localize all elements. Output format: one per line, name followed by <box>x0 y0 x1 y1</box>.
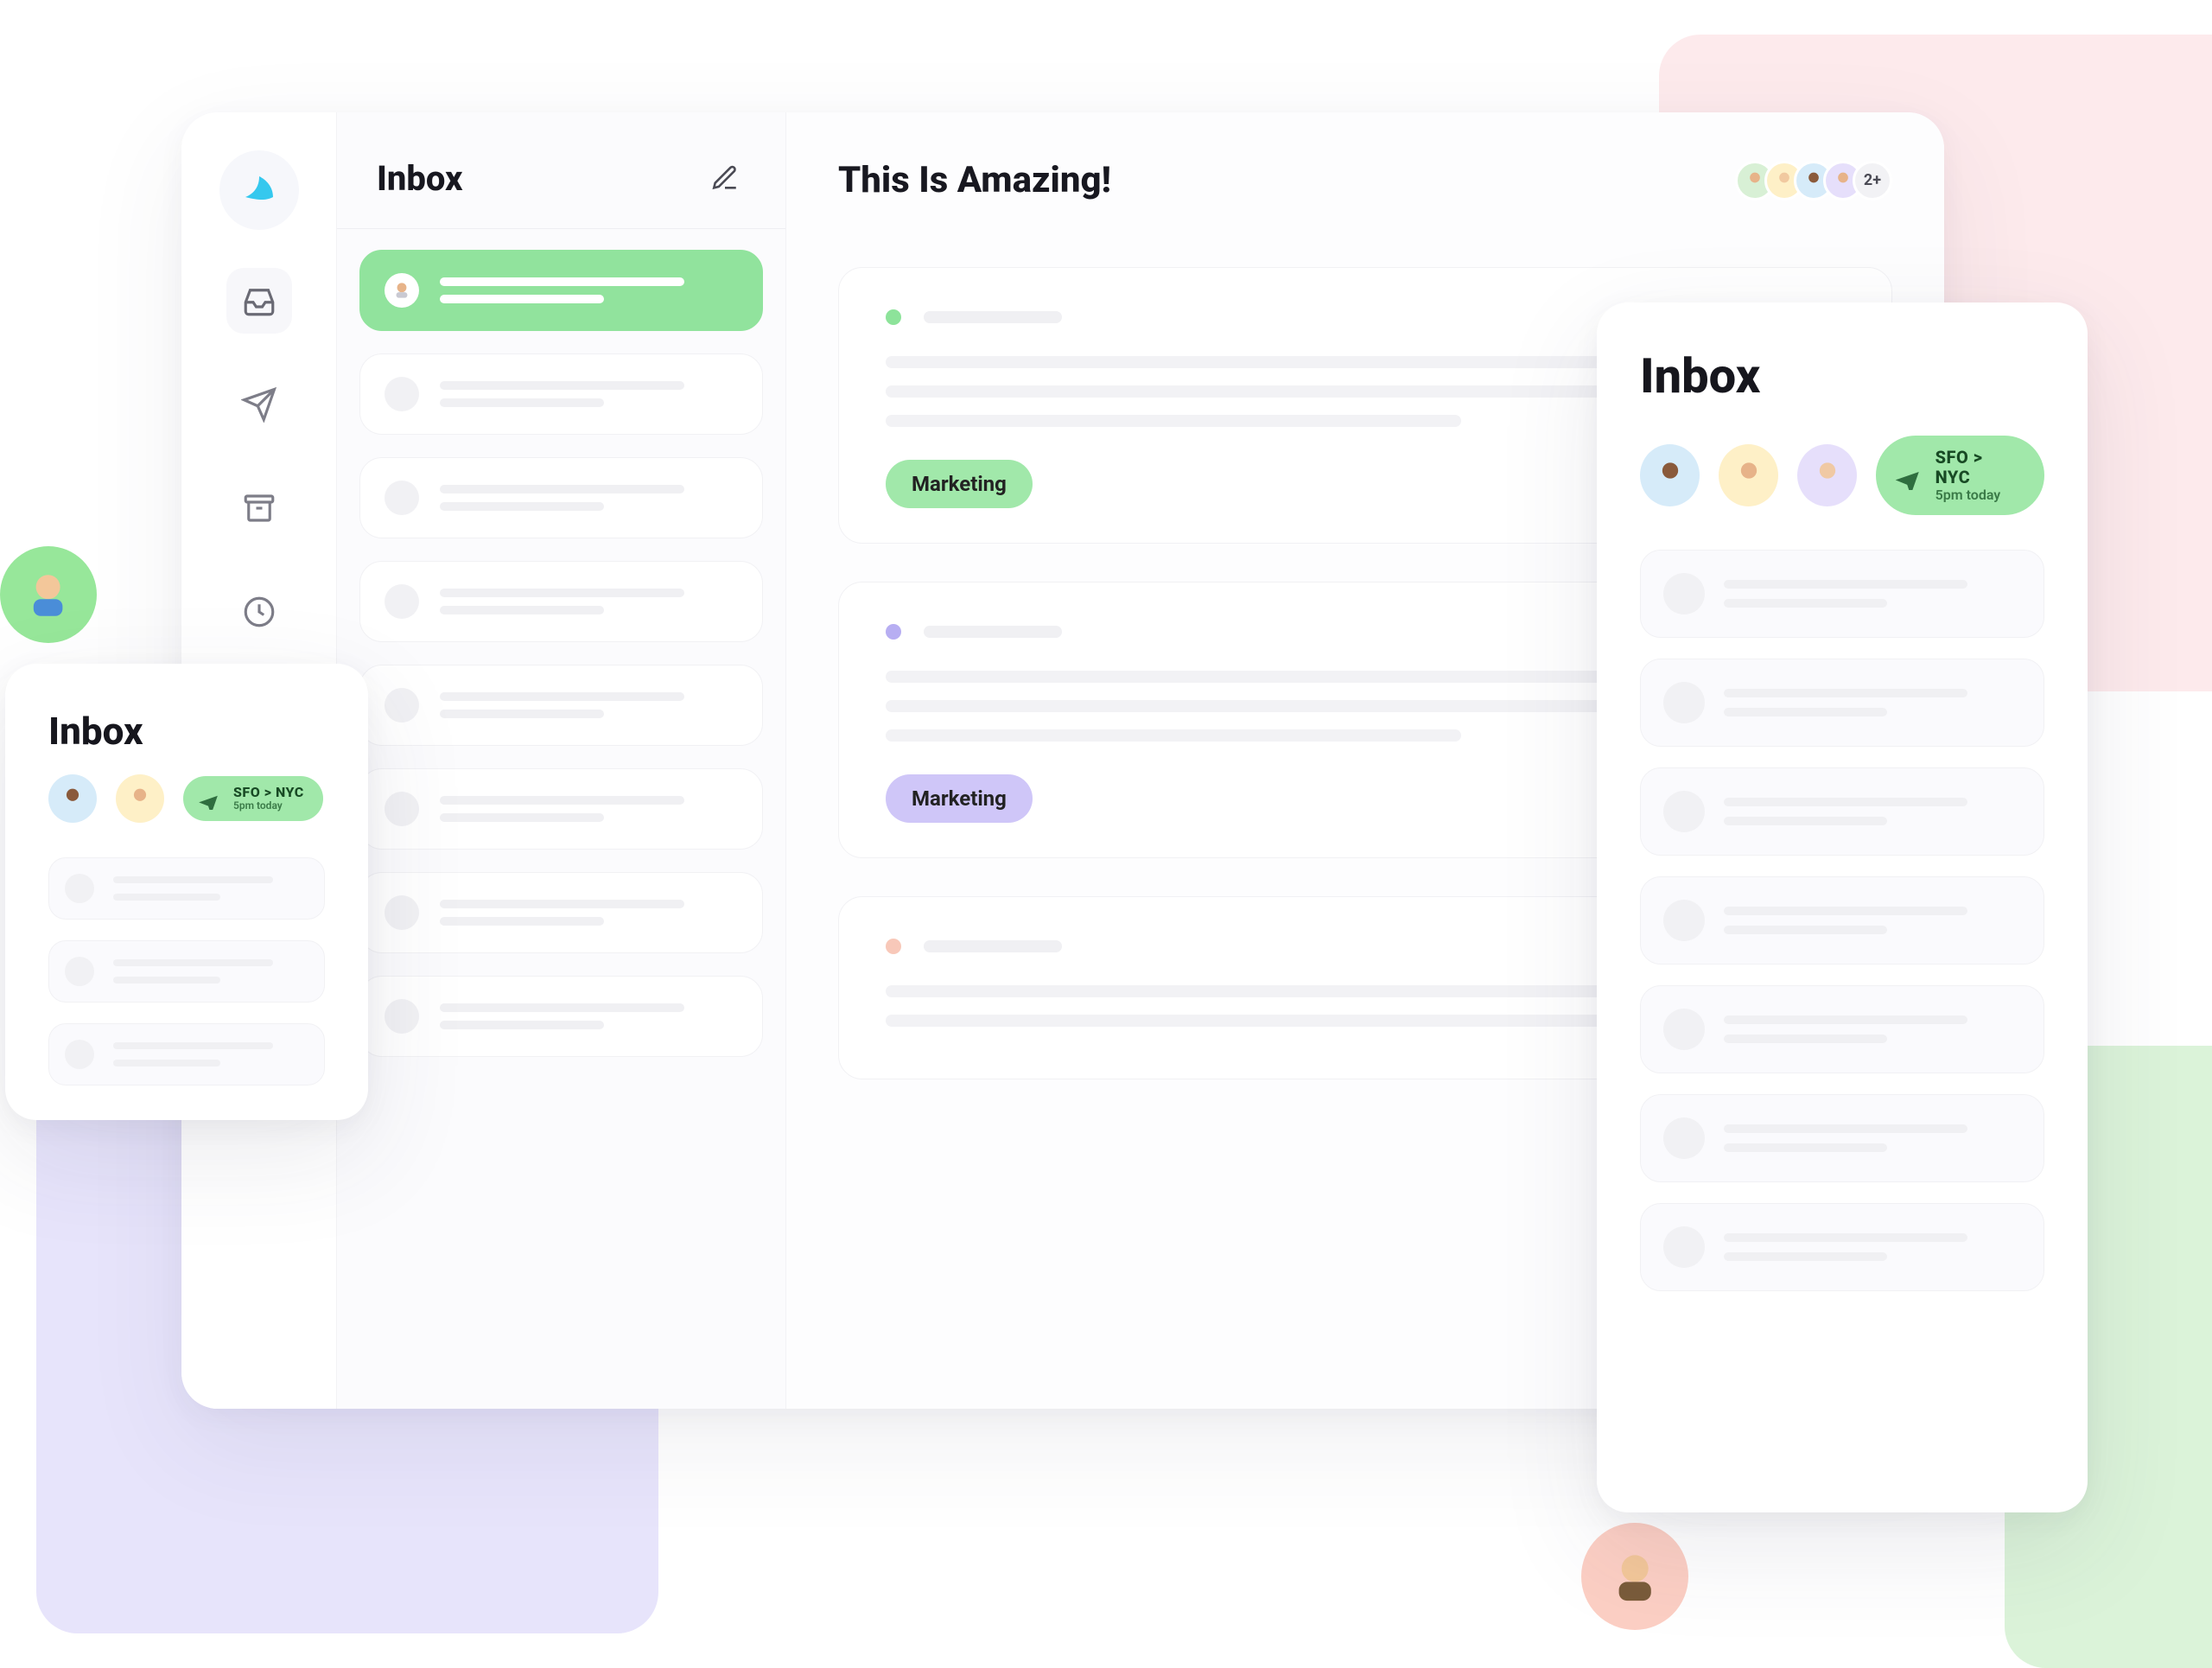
floating-inbox-title: Inbox <box>48 709 325 754</box>
flight-time: 5pm today <box>233 800 304 812</box>
inbox-item[interactable] <box>359 561 763 642</box>
inbox-item[interactable] <box>1640 985 2044 1073</box>
message-sender-placeholder <box>924 626 1062 638</box>
inbox-item[interactable] <box>48 1023 325 1085</box>
status-dot-icon <box>886 309 901 325</box>
avatar-icon <box>1663 1226 1705 1268</box>
floating-inbox-items <box>48 857 325 1085</box>
avatar-icon <box>65 957 94 986</box>
avatar-icon <box>1663 1009 1705 1050</box>
nav-history-icon[interactable] <box>226 579 292 645</box>
avatar-icon <box>1663 682 1705 723</box>
app-logo <box>219 150 299 230</box>
flight-time: 5pm today <box>1936 487 2018 503</box>
inbox-column: Inbox <box>337 112 786 1409</box>
avatar-icon <box>1640 444 1700 506</box>
inbox-item[interactable] <box>359 872 763 953</box>
avatar-icon <box>48 774 97 823</box>
message-line-placeholder <box>886 415 1461 427</box>
floating-avatars-row: SFO > NYC 5pm today <box>1640 436 2044 515</box>
floating-avatar-left <box>0 546 97 643</box>
floating-avatars-row: SFO > NYC 5pm today <box>48 774 325 823</box>
participants-overflow[interactable]: 2+ <box>1853 161 1892 201</box>
avatar-icon <box>385 377 419 411</box>
participants-row[interactable]: 2+ <box>1735 161 1892 201</box>
floating-inbox-card-right: Inbox SFO > NYC 5pm today <box>1597 302 2088 1512</box>
avatar-icon <box>1663 573 1705 614</box>
inbox-item[interactable] <box>359 976 763 1057</box>
message-tag[interactable]: Marketing <box>886 460 1033 508</box>
inbox-item[interactable] <box>1640 876 2044 965</box>
inbox-item-preview <box>440 589 738 614</box>
inbox-item-preview <box>440 485 738 511</box>
avatar-icon <box>385 895 419 930</box>
floating-avatar-bottom <box>1581 1523 1688 1630</box>
inbox-item[interactable] <box>48 940 325 1003</box>
inbox-header: Inbox <box>337 112 785 228</box>
inbox-item[interactable] <box>1640 659 2044 747</box>
flight-chip[interactable]: SFO > NYC 5pm today <box>1876 436 2044 515</box>
avatar-icon <box>65 1040 94 1069</box>
inbox-item-preview <box>440 277 738 303</box>
avatar-icon <box>385 688 419 723</box>
inbox-item-preview <box>440 692 738 718</box>
inbox-item[interactable] <box>1640 767 2044 856</box>
inbox-item[interactable] <box>1640 1203 2044 1291</box>
inbox-item-preview <box>440 900 738 926</box>
compose-button[interactable] <box>704 157 746 199</box>
status-dot-icon <box>886 624 901 640</box>
avatar-icon <box>1663 900 1705 941</box>
inbox-item-preview <box>440 796 738 822</box>
avatar-icon <box>385 792 419 826</box>
inbox-title: Inbox <box>377 158 463 199</box>
message-sender-placeholder <box>924 311 1062 323</box>
flight-route: SFO > NYC <box>1936 448 2018 487</box>
airplane-icon <box>197 787 219 810</box>
avatar-icon <box>116 774 164 823</box>
avatar-icon <box>385 999 419 1034</box>
inbox-item[interactable] <box>359 250 763 331</box>
nav-send-icon[interactable] <box>226 372 292 437</box>
inbox-item[interactable] <box>1640 1094 2044 1182</box>
inbox-item[interactable] <box>359 768 763 850</box>
nav-archive-icon[interactable] <box>226 475 292 541</box>
inbox-item[interactable] <box>359 353 763 435</box>
avatar-icon <box>385 584 419 619</box>
inbox-item[interactable] <box>48 857 325 920</box>
reader-header: This Is Amazing! 2+ <box>838 159 1892 201</box>
status-dot-icon <box>886 939 901 954</box>
flight-chip[interactable]: SFO > NYC 5pm today <box>183 776 323 821</box>
avatar-icon <box>1719 444 1778 506</box>
thread-title: This Is Amazing! <box>838 159 1111 201</box>
inbox-item-preview <box>440 381 738 407</box>
message-tag[interactable]: Marketing <box>886 774 1033 823</box>
floating-inbox-card-left: Inbox SFO > NYC 5pm today <box>5 664 368 1120</box>
avatar-icon <box>1663 791 1705 832</box>
avatar-icon <box>1663 1117 1705 1159</box>
floating-inbox-items <box>1640 550 2044 1291</box>
airplane-icon <box>1893 461 1921 490</box>
inbox-item[interactable] <box>1640 550 2044 638</box>
compose-icon <box>710 163 740 193</box>
floating-inbox-title: Inbox <box>1640 347 2044 404</box>
avatar-icon <box>385 481 419 515</box>
inbox-divider <box>337 228 785 229</box>
avatar-icon <box>385 273 419 308</box>
nav-inbox-icon[interactable] <box>226 268 292 334</box>
inbox-items <box>337 250 785 1057</box>
inbox-item-preview <box>440 1003 738 1029</box>
inbox-item[interactable] <box>359 665 763 746</box>
message-sender-placeholder <box>924 940 1062 952</box>
flight-route: SFO > NYC <box>233 785 304 800</box>
message-line-placeholder <box>886 729 1461 742</box>
avatar-icon <box>1797 444 1857 506</box>
avatar-icon <box>65 874 94 903</box>
inbox-item[interactable] <box>359 457 763 538</box>
